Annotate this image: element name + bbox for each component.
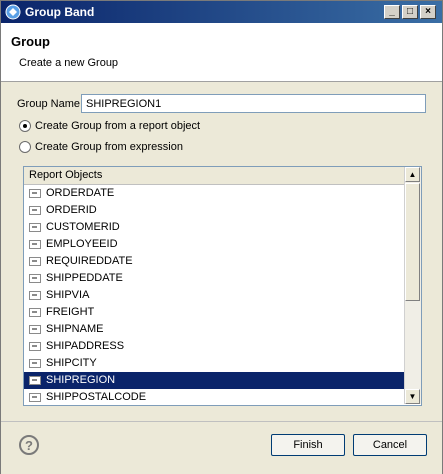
help-icon[interactable]: ? bbox=[19, 435, 39, 455]
list-item[interactable]: SHIPREGION bbox=[24, 372, 404, 389]
field-icon bbox=[29, 308, 41, 317]
list-item-label: CUSTOMERID bbox=[46, 221, 120, 233]
field-icon bbox=[29, 274, 41, 283]
scroll-down-icon[interactable]: ▼ bbox=[405, 389, 420, 404]
field-icon bbox=[29, 291, 41, 300]
list-item[interactable]: SHIPVIA bbox=[24, 287, 404, 304]
scroll-up-icon[interactable]: ▲ bbox=[405, 167, 420, 182]
radio-expression-label[interactable]: Create Group from expression bbox=[35, 141, 183, 153]
scroll-thumb[interactable] bbox=[405, 183, 420, 301]
list-item-label: SHIPVIA bbox=[46, 289, 90, 301]
list-item-label: SHIPNAME bbox=[46, 323, 104, 335]
maximize-button[interactable]: □ bbox=[402, 5, 418, 19]
list-item-label: SHIPPOSTALCODE bbox=[46, 391, 147, 403]
list-item[interactable]: CUSTOMERID bbox=[24, 219, 404, 236]
list-item[interactable]: SHIPADDRESS bbox=[24, 338, 404, 355]
field-icon bbox=[29, 189, 41, 198]
field-icon bbox=[29, 376, 41, 385]
group-name-input[interactable] bbox=[81, 94, 426, 113]
list-item-label: FREIGHT bbox=[46, 306, 95, 318]
title-bar[interactable]: Group Band _ □ × bbox=[1, 1, 442, 23]
list-item[interactable]: SHIPNAME bbox=[24, 321, 404, 338]
list-item-label: SHIPCITY bbox=[46, 357, 97, 369]
field-icon bbox=[29, 325, 41, 334]
field-icon bbox=[29, 240, 41, 249]
list-item[interactable]: REQUIREDDATE bbox=[24, 253, 404, 270]
app-logo-icon bbox=[5, 4, 21, 20]
header-title: Group bbox=[11, 34, 50, 49]
report-objects-header[interactable]: Report Objects bbox=[24, 167, 404, 185]
dialog-header: Group Create a new Group bbox=[1, 23, 442, 82]
dialog-footer: ? Finish Cancel bbox=[1, 421, 442, 474]
list-item-label: REQUIREDDATE bbox=[46, 255, 133, 267]
field-icon bbox=[29, 223, 41, 232]
field-icon bbox=[29, 257, 41, 266]
close-button[interactable]: × bbox=[420, 5, 436, 19]
list-item[interactable]: EMPLOYEEID bbox=[24, 236, 404, 253]
list-item[interactable]: SHIPPEDDATE bbox=[24, 270, 404, 287]
list-item[interactable]: ORDERDATE bbox=[24, 185, 404, 202]
list-item-label: SHIPADDRESS bbox=[46, 340, 125, 352]
group-name-label: Group Name bbox=[17, 98, 80, 110]
radio-report-object[interactable] bbox=[19, 120, 31, 132]
group-band-dialog: Group Band _ □ × Group Create a new Grou… bbox=[0, 0, 443, 474]
vertical-scrollbar[interactable]: ▲ ▼ bbox=[404, 167, 421, 404]
list-item-label: SHIPPEDDATE bbox=[46, 272, 123, 284]
field-icon bbox=[29, 359, 41, 368]
cancel-button[interactable]: Cancel bbox=[353, 434, 427, 456]
list-item-label: ORDERID bbox=[46, 204, 97, 216]
field-icon bbox=[29, 206, 41, 215]
field-icon bbox=[29, 342, 41, 351]
list-item-label: SHIPREGION bbox=[46, 374, 116, 386]
field-icon bbox=[29, 393, 41, 402]
minimize-button[interactable]: _ bbox=[384, 5, 400, 19]
list-item[interactable]: SHIPPOSTALCODE bbox=[24, 389, 404, 405]
radio-expression[interactable] bbox=[19, 141, 31, 153]
list-item-label: ORDERDATE bbox=[46, 187, 115, 199]
list-item[interactable]: ORDERID bbox=[24, 202, 404, 219]
radio-report-object-label[interactable]: Create Group from a report object bbox=[35, 120, 200, 132]
list-item[interactable]: FREIGHT bbox=[24, 304, 404, 321]
list-item-label: EMPLOYEEID bbox=[46, 238, 118, 250]
list-item[interactable]: SHIPCITY bbox=[24, 355, 404, 372]
finish-button[interactable]: Finish bbox=[271, 434, 345, 456]
header-subtitle: Create a new Group bbox=[19, 57, 119, 69]
report-objects-list[interactable]: Report Objects ORDERDATE ORDERID CUSTOMERI… bbox=[23, 166, 422, 406]
window-title: Group Band bbox=[25, 5, 95, 19]
